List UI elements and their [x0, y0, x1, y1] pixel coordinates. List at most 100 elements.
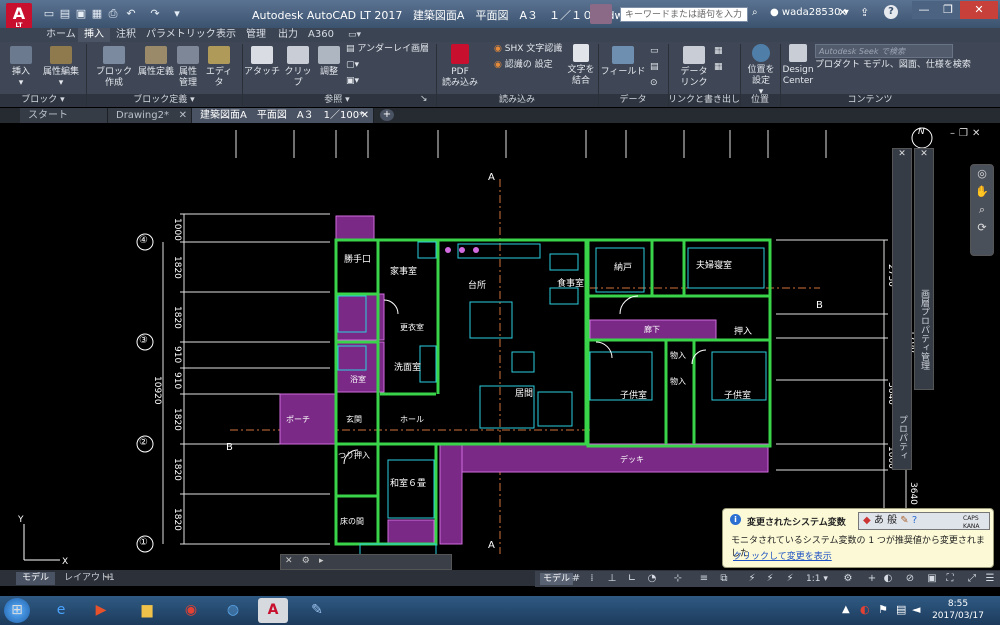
underlay-layers-button[interactable]: ▤ アンダーレイ画層 — [346, 44, 429, 55]
customize-icon[interactable]: ☰ — [984, 573, 996, 585]
qat-dropdown-icon[interactable]: ▾ — [170, 7, 184, 20]
tray-flag-icon[interactable]: ⚑ — [878, 603, 888, 616]
ime-tools-icon[interactable]: ✎ — [900, 515, 908, 526]
infer-icon[interactable]: ⊥ — [606, 573, 618, 585]
app-menu-button[interactable]: A LT — [6, 3, 32, 29]
clip-button[interactable]: クリップ — [282, 46, 314, 89]
zoom-icon[interactable]: ⌕ — [971, 201, 993, 219]
start-button[interactable]: ⊞ — [4, 598, 30, 623]
fullscreen-icon[interactable]: ⤢ — [966, 573, 978, 585]
polar-icon[interactable]: ◔ — [646, 573, 658, 585]
snap-icon[interactable]: ⁞ — [586, 573, 598, 585]
doc-tab-drawing2[interactable]: Drawing2* ✕ — [108, 108, 192, 123]
sysvar-monitor-icon[interactable]: ▣ — [926, 573, 938, 585]
adjust-button[interactable]: 調整 — [316, 46, 342, 78]
navigation-bar[interactable]: ◎ ✋ ⌕ ⟳ — [970, 164, 994, 256]
tab-home[interactable]: ホーム — [40, 28, 82, 42]
command-close-icon[interactable]: ✕ — [285, 556, 293, 566]
undo-icon[interactable]: ↶ — [124, 7, 138, 20]
tab-close-icon[interactable]: ✕ — [361, 108, 369, 123]
data-link-button[interactable]: データ リンク — [676, 46, 712, 89]
palette-close-icon[interactable]: ✕ — [893, 149, 911, 159]
manage-attribute-button[interactable]: 属性 管理 — [176, 46, 200, 89]
set-location-button[interactable]: 位置を 設定 ▾ — [744, 44, 778, 98]
tab-insert[interactable]: 挿入 — [78, 28, 110, 42]
shx-recognition-button[interactable]: ◉ SHX 文字認識 — [494, 44, 562, 55]
seek-search-input[interactable]: Autodesk Seek で検索 — [815, 44, 953, 58]
close-button[interactable]: ✕ — [960, 1, 998, 19]
combine-text-button[interactable]: 文字を 結合 — [566, 44, 596, 87]
pdf-import-button[interactable]: PDF 読み込み — [440, 44, 480, 89]
define-attribute-button[interactable]: 属性定義 — [138, 46, 174, 78]
lineweight-icon[interactable]: ≡ — [698, 573, 710, 585]
tray-network-icon[interactable]: ▤ — [896, 603, 906, 616]
media-player-taskbar-icon[interactable]: ▶ — [86, 598, 116, 623]
doc-tab-start[interactable]: スタート — [20, 108, 108, 123]
new-tab-button[interactable]: + — [380, 109, 394, 121]
hardware-accel-icon[interactable]: ⊘ — [904, 573, 916, 585]
a360-icon[interactable]: ⇪ — [860, 6, 869, 19]
field-button[interactable]: フィールド — [600, 46, 646, 78]
add-layout-button[interactable]: + — [104, 572, 112, 583]
ime-help-icon[interactable]: ? — [912, 515, 917, 526]
clean-screen-icon[interactable]: ⛶ — [944, 573, 956, 585]
print-icon[interactable]: ⎙ — [106, 7, 120, 20]
open-file-icon[interactable]: ▤ — [58, 7, 72, 20]
model-space-toggle[interactable]: モデル — [540, 573, 574, 585]
ime-mode[interactable]: あ 般 — [874, 515, 897, 526]
reference-snap-dropdown[interactable]: ▣▾ — [346, 76, 359, 87]
tab-options-icon[interactable]: ▭▾ — [348, 30, 361, 40]
ole-object-icon[interactable]: ▤ — [650, 62, 659, 73]
user-account[interactable]: ● wada28530 ▾ — [770, 7, 849, 18]
maximize-button[interactable]: ❐ — [936, 1, 960, 19]
attach-button[interactable]: アタッチ — [244, 46, 280, 78]
search-icon[interactable]: ⌕ — [752, 7, 758, 18]
steering-wheel-icon[interactable]: ◎ — [971, 165, 993, 183]
layout-tab-model[interactable]: モデル — [16, 572, 56, 585]
palette-close-icon[interactable]: ✕ — [915, 149, 933, 159]
tab-close-icon[interactable]: ✕ — [179, 108, 187, 123]
tray-security-icon[interactable]: ◐ — [860, 603, 870, 616]
redo-icon[interactable]: ↷ — [148, 7, 162, 20]
doc-tab-current[interactable]: 建築図面A 平面図 A３ 1／100* ✕ — [192, 108, 374, 123]
ortho-icon[interactable]: ∟ — [626, 573, 638, 585]
explorer-taskbar-icon[interactable]: ▆ — [132, 598, 162, 623]
annotation-visibility-icon[interactable]: ⚡ — [764, 573, 776, 585]
tab-output[interactable]: 出力 — [272, 28, 304, 42]
tray-volume-icon[interactable]: ◄ — [912, 603, 920, 616]
minimize-button[interactable]: — — [912, 1, 936, 19]
annotation-scale-icon[interactable]: ⚡ — [746, 573, 758, 585]
exchange-icon[interactable]: ✕ — [838, 6, 847, 19]
command-line[interactable]: ✕ ⚙ ▸ — [280, 554, 452, 570]
scale-dropdown[interactable]: 1:1 ▾ — [806, 573, 828, 585]
reference-frame-dropdown[interactable]: ▢▾ — [346, 60, 359, 71]
plus-icon[interactable]: + — [866, 573, 878, 585]
upload-to-source-icon[interactable]: ▦ — [714, 62, 723, 73]
layer-palette[interactable]: ✕ 画層プロパティ管理 — [914, 148, 934, 390]
save-as-icon[interactable]: ▦ — [90, 7, 104, 20]
selection-cycle-icon[interactable]: ⧉ — [718, 573, 730, 585]
viewport-window-controls[interactable]: –❐✕ — [950, 128, 984, 139]
help-icon[interactable]: ? — [884, 5, 898, 19]
info-center-icon[interactable] — [590, 4, 612, 24]
ime-toolbar[interactable]: ◆ あ 般 ✎ ? CAPS KANA — [858, 512, 990, 530]
help-search-input[interactable]: キーワードまたは語句を入力 — [620, 7, 748, 22]
new-file-icon[interactable]: ▭ — [42, 7, 56, 20]
save-icon[interactable]: ▣ — [74, 7, 88, 20]
create-block-button[interactable]: ブロック 作成 — [92, 46, 136, 89]
download-from-source-icon[interactable]: ▦ — [714, 46, 723, 57]
thunderbird-taskbar-icon[interactable]: ◍ — [218, 598, 248, 623]
workspace-icon[interactable]: ⚙ — [842, 573, 854, 585]
chrome-taskbar-icon[interactable]: ◉ — [176, 598, 206, 623]
tab-view[interactable]: 表示 — [210, 28, 242, 42]
isolate-icon[interactable]: ◐ — [882, 573, 894, 585]
pan-icon[interactable]: ✋ — [971, 183, 993, 201]
autocad-taskbar-icon[interactable]: A — [258, 598, 288, 623]
taskbar-clock[interactable]: 8:55 2017/03/17 — [930, 598, 986, 622]
hyperlink-icon[interactable]: ⊙ — [650, 78, 658, 89]
tab-annotate[interactable]: 注釈 — [110, 28, 142, 42]
tab-a360[interactable]: A360 — [302, 28, 340, 42]
orbit-icon[interactable]: ⟳ — [971, 219, 993, 237]
paint-taskbar-icon[interactable]: ✎ — [302, 598, 332, 623]
command-settings-icon[interactable]: ⚙ — [302, 556, 310, 566]
